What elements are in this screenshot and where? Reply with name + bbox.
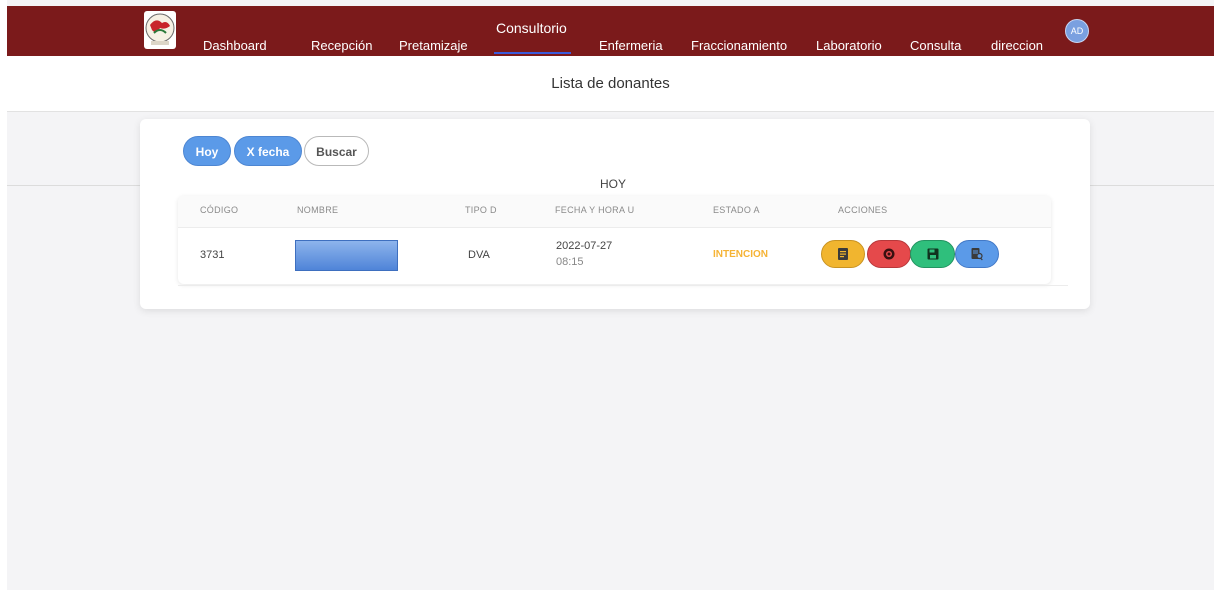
top-navbar: Dashboard Recepción Pretamizaje Consulto…: [7, 6, 1214, 56]
nav-fraccionamiento[interactable]: Fraccionamiento: [691, 38, 787, 53]
save-button[interactable]: [910, 240, 955, 268]
window-frame-left: [0, 0, 7, 590]
nav-pretamizaje[interactable]: Pretamizaje: [399, 38, 468, 53]
nav-enfermeria[interactable]: Enfermeria: [599, 38, 663, 53]
table-header: CÓDIGO NOMBRE TIPO D FECHA Y HORA U ESTA…: [178, 196, 1051, 228]
nav-recepcion[interactable]: Recepción: [311, 38, 372, 53]
donors-table: CÓDIGO NOMBRE TIPO D FECHA Y HORA U ESTA…: [178, 196, 1051, 284]
cell-fecha: 2022-07-27: [556, 240, 613, 252]
view-document-button[interactable]: [821, 240, 865, 268]
page-header: Lista de donantes: [7, 56, 1214, 112]
search-button[interactable]: Buscar: [304, 136, 369, 166]
nav-consultorio[interactable]: Consultorio: [496, 20, 567, 36]
cancel-icon: [883, 248, 895, 260]
donor-list-card: Hoy X fecha Buscar HOY CÓDIGO NOMBRE TIP…: [140, 119, 1090, 309]
cell-codigo: 3731: [200, 249, 225, 261]
status-badge: INTENCION: [713, 249, 768, 260]
nav-direccion[interactable]: direccion: [991, 38, 1043, 53]
table-footer-line: [178, 285, 1068, 286]
page-title: Lista de donantes: [551, 75, 670, 92]
institution-seal-logo[interactable]: [144, 11, 176, 49]
review-document-button[interactable]: [955, 240, 999, 268]
nav-dashboard[interactable]: Dashboard: [203, 38, 267, 53]
th-codigo: CÓDIGO: [200, 205, 239, 215]
save-icon: [927, 248, 938, 260]
th-tipo: TIPO D: [465, 205, 497, 215]
cell-nombre-redacted: [295, 240, 398, 271]
user-avatar[interactable]: AD: [1065, 19, 1089, 43]
th-estado: ESTADO A: [713, 205, 760, 215]
th-acciones: ACCIONES: [838, 205, 888, 215]
document-icon: [838, 248, 848, 260]
window-frame-right: [1214, 0, 1220, 590]
filter-today-button[interactable]: Hoy: [183, 136, 231, 166]
cancel-button[interactable]: [867, 240, 911, 268]
filter-by-date-button[interactable]: X fecha: [234, 136, 302, 166]
cell-hora: 08:15: [556, 256, 584, 268]
cell-tipo: DVA: [468, 249, 490, 261]
document-search-icon: [971, 248, 983, 261]
section-label: HOY: [600, 177, 627, 191]
nav-consulta[interactable]: Consulta: [910, 38, 961, 53]
nav-laboratorio[interactable]: Laboratorio: [816, 38, 882, 53]
th-fecha-hora: FECHA Y HORA U: [555, 205, 635, 215]
th-nombre: NOMBRE: [297, 205, 339, 215]
nav-active-indicator: [494, 52, 571, 54]
